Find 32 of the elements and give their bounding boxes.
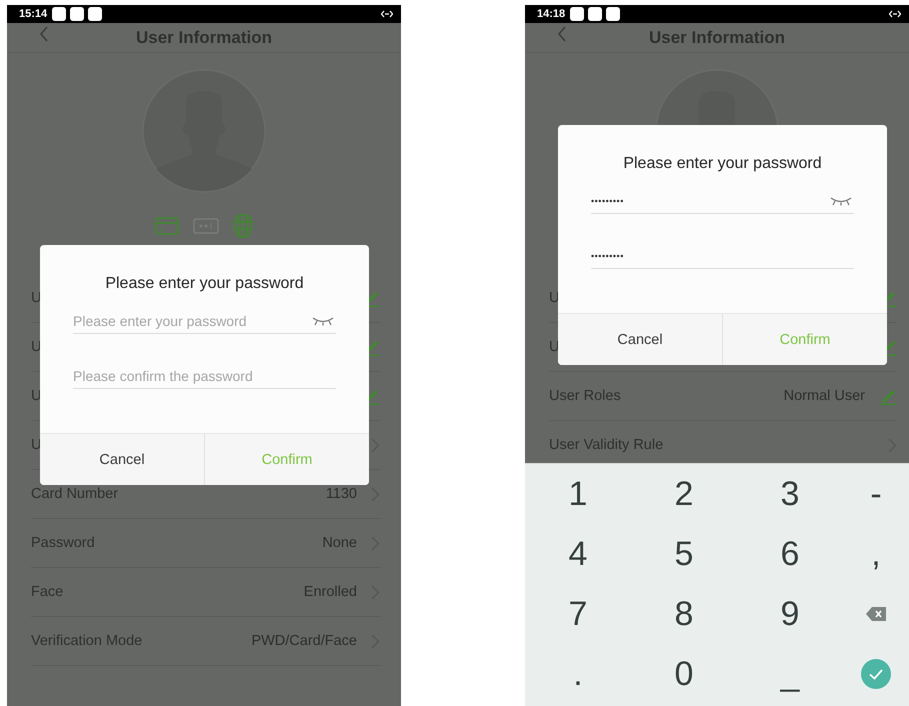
password-field[interactable]: ••••••••• xyxy=(591,191,830,211)
keyboard-key[interactable]: 8 xyxy=(631,584,737,644)
keyboard-key[interactable]: . xyxy=(525,644,631,704)
row-value: 1130 xyxy=(326,486,357,502)
row-value: Normal User xyxy=(784,388,865,404)
keyboard-key[interactable]: 0 xyxy=(631,644,737,704)
keyboard-key[interactable]: _ xyxy=(737,644,843,704)
dialog-title: Please enter your password xyxy=(622,155,823,173)
keyboard-key[interactable]: 5 xyxy=(631,524,737,584)
keyboard-key[interactable]: , xyxy=(843,524,909,584)
password-field[interactable]: Please confirm the password xyxy=(73,366,336,386)
password-field[interactable]: ••••••••• xyxy=(591,246,854,266)
password-field[interactable]: Please enter your password xyxy=(73,311,312,331)
row-label: Password xyxy=(31,535,95,551)
row-value: None xyxy=(322,535,357,551)
keyboard-key[interactable]: - xyxy=(843,464,909,524)
keyboard-key[interactable]: 3 xyxy=(737,464,843,524)
row-label: Face xyxy=(31,584,64,600)
keyboard-key[interactable]: 1 xyxy=(525,464,631,524)
keyboard-key[interactable]: 2 xyxy=(631,464,737,524)
row-value: Enrolled xyxy=(304,584,357,600)
row-label: Verification Mode xyxy=(31,633,142,649)
row-label: User Roles xyxy=(549,388,621,404)
dialog-title: Please enter your password xyxy=(104,275,305,293)
status-time: 15:14 xyxy=(19,8,48,20)
status-time: 14:18 xyxy=(537,8,566,20)
row-value: PWD/Card/Face xyxy=(251,633,357,649)
keyboard-key[interactable]: 6 xyxy=(737,524,843,584)
keyboard-key[interactable]: 7 xyxy=(525,584,631,644)
row-label: Card Number xyxy=(31,486,118,502)
keyboard-key[interactable]: 4 xyxy=(525,524,631,584)
keyboard-key[interactable]: 9 xyxy=(737,584,843,644)
